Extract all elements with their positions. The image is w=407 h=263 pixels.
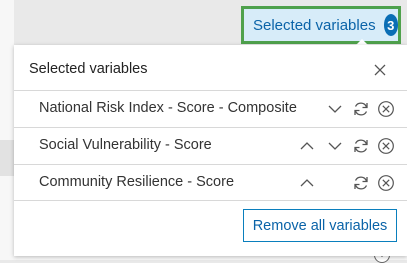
panel-title: Selected variables bbox=[29, 61, 148, 77]
remove-icon[interactable] bbox=[377, 137, 395, 155]
variable-row: National Risk Index - Score - Composite bbox=[14, 90, 407, 127]
background-strip bbox=[0, 176, 14, 260]
chevron-down-icon[interactable] bbox=[326, 137, 344, 155]
selected-variables-button[interactable]: Selected variables 3 bbox=[241, 6, 401, 44]
background-strip bbox=[0, 0, 14, 140]
refresh-icon[interactable] bbox=[352, 137, 370, 155]
refresh-icon[interactable] bbox=[352, 100, 370, 118]
background-strip bbox=[14, 256, 407, 260]
variable-row: Social Vulnerability - Score bbox=[14, 127, 407, 164]
count-badge: 3 bbox=[383, 14, 398, 36]
remove-all-button[interactable]: Remove all variables bbox=[243, 209, 397, 242]
selected-variables-panel: Selected variables National Risk Index -… bbox=[14, 45, 407, 256]
remove-icon[interactable] bbox=[377, 174, 395, 192]
chevron-up-icon[interactable] bbox=[298, 137, 316, 155]
remove-icon[interactable] bbox=[377, 100, 395, 118]
refresh-icon[interactable] bbox=[352, 174, 370, 192]
variable-row: Community Resilience - Score bbox=[14, 164, 407, 201]
close-icon[interactable] bbox=[372, 62, 388, 78]
variable-name: Community Resilience - Score bbox=[39, 174, 235, 190]
chevron-up-icon[interactable] bbox=[298, 174, 316, 192]
chevron-down-icon[interactable] bbox=[326, 100, 344, 118]
variable-name: Social Vulnerability - Score bbox=[39, 137, 212, 153]
background-strip bbox=[0, 140, 14, 176]
selected-variables-label: Selected variables bbox=[253, 16, 376, 34]
variable-name: National Risk Index - Score - Composite bbox=[39, 100, 297, 116]
